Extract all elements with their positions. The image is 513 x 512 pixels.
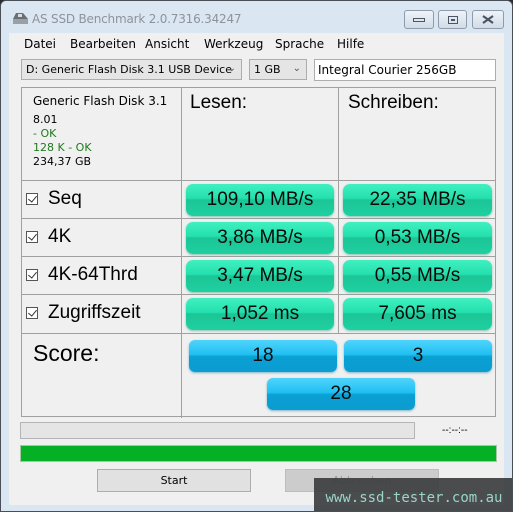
chevron-down-icon: ⌄ xyxy=(292,63,301,74)
divider xyxy=(181,88,182,418)
4k-64thrd-read-result: 3,47 MB/s xyxy=(186,260,334,292)
elapsed-timer: --:--:-- xyxy=(442,425,468,436)
menu-bar: Datei Bearbeiten Ansicht Werkzeug Sprach… xyxy=(9,33,504,55)
test-label: Zugriffszeit xyxy=(48,302,141,323)
minimize-button[interactable] xyxy=(404,10,434,29)
alignment-status: 128 K - OK xyxy=(33,141,92,154)
4k-64thrd-write-result: 0,55 MB/s xyxy=(343,260,492,292)
drive-name: Generic Flash Disk 3.1 xyxy=(33,94,168,108)
4k-read-result: 3,86 MB/s xyxy=(186,222,334,254)
test-size-value: 1 GB xyxy=(254,63,281,76)
test-4k[interactable]: 4K xyxy=(26,219,71,255)
write-score: 3 xyxy=(344,340,492,372)
title-bar[interactable]: AS SSD Benchmark 2.0.7316.34247 xyxy=(1,1,512,33)
firmware-version: 8.01 xyxy=(33,113,58,126)
test-size-select[interactable]: 1 GB ⌄ xyxy=(249,59,307,80)
overall-progress-bar xyxy=(20,445,497,462)
close-button[interactable] xyxy=(472,10,504,29)
seq-write-result: 22,35 MB/s xyxy=(343,184,492,216)
test-seq[interactable]: Seq xyxy=(26,181,82,217)
checkbox-checked-icon[interactable] xyxy=(26,269,38,281)
menu-hilfe[interactable]: Hilfe xyxy=(337,37,364,51)
read-score: 18 xyxy=(189,340,337,372)
checkbox-checked-icon[interactable] xyxy=(26,193,38,205)
chevron-down-icon: ⌄ xyxy=(227,63,236,74)
test-access-time[interactable]: Zugriffszeit xyxy=(26,295,141,331)
total-score: 28 xyxy=(267,378,415,410)
test-4k-64thrd[interactable]: 4K-64Thrd xyxy=(26,257,138,293)
drive-select-value: D: Generic Flash Disk 3.1 USB Device xyxy=(26,63,232,76)
drive-icon xyxy=(13,13,28,24)
menu-ansicht[interactable]: Ansicht xyxy=(145,37,189,51)
drive-info: Generic Flash Disk 3.1 8.01 - OK 128 K -… xyxy=(33,94,167,169)
drive-select[interactable]: D: Generic Flash Disk 3.1 USB Device ⌄ xyxy=(21,59,242,80)
test-progress-bar xyxy=(20,422,415,439)
close-icon xyxy=(482,15,494,24)
test-label: Seq xyxy=(48,188,82,209)
minimize-icon xyxy=(413,17,425,22)
write-column-header: Schreiben: xyxy=(348,92,439,113)
checkbox-checked-icon[interactable] xyxy=(26,231,38,243)
menu-datei[interactable]: Datei xyxy=(24,37,56,51)
read-column-header: Lesen: xyxy=(190,92,248,113)
overall-progress-fill xyxy=(21,446,496,461)
test-label: 4K xyxy=(48,226,72,247)
access-time-write-result: 7,605 ms xyxy=(343,298,492,330)
divider xyxy=(22,218,495,219)
device-name-input[interactable] xyxy=(314,59,496,81)
checkbox-checked-icon[interactable] xyxy=(26,307,38,319)
maximize-icon xyxy=(447,15,458,24)
seq-read-result: 109,10 MB/s xyxy=(186,184,334,216)
test-label: 4K-64Thrd xyxy=(48,264,138,285)
client-area: Datei Bearbeiten Ansicht Werkzeug Sprach… xyxy=(9,33,504,505)
divider xyxy=(338,88,339,334)
driver-status: - OK xyxy=(33,127,57,140)
divider xyxy=(22,333,495,334)
drive-capacity: 234,37 GB xyxy=(33,155,92,168)
score-label: Score: xyxy=(33,340,100,366)
maximize-button[interactable] xyxy=(438,10,467,29)
menu-werkzeug[interactable]: Werkzeug xyxy=(204,37,263,51)
4k-write-result: 0,53 MB/s xyxy=(343,222,492,254)
divider xyxy=(22,180,495,181)
menu-sprache[interactable]: Sprache xyxy=(275,37,324,51)
app-window: AS SSD Benchmark 2.0.7316.34247 Datei Be… xyxy=(0,0,513,512)
menu-bearbeiten[interactable]: Bearbeiten xyxy=(70,37,136,51)
window-title: AS SSD Benchmark 2.0.7316.34247 xyxy=(32,12,242,26)
start-button[interactable]: Start xyxy=(97,469,251,492)
watermark: www.ssd-tester.com.au xyxy=(314,478,512,511)
access-time-read-result: 1,052 ms xyxy=(186,298,334,330)
results-grid: Generic Flash Disk 3.1 8.01 - OK 128 K -… xyxy=(21,87,496,418)
